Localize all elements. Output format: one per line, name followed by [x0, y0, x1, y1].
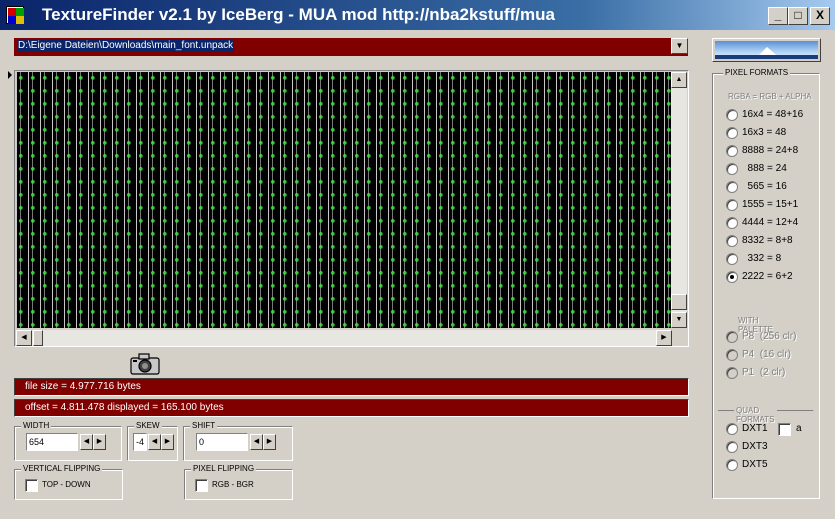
vertical-flipping-label: VERTICAL FLIPPING: [21, 464, 103, 473]
increment-icon[interactable]: ▶: [161, 434, 174, 450]
radio-button-disabled: [726, 331, 738, 343]
top-down-checkbox[interactable]: [25, 479, 38, 492]
decrement-icon[interactable]: ◀: [80, 434, 93, 450]
radio-button[interactable]: [726, 181, 738, 193]
shift-stepper[interactable]: ◀ ▶: [196, 433, 281, 451]
radio-button[interactable]: [726, 235, 738, 247]
scroll-right-icon[interactable]: ▶: [656, 330, 672, 346]
skew-label: SKEW: [134, 421, 162, 430]
iceberg-logo-icon: [715, 41, 818, 59]
alpha-label: a: [796, 423, 802, 434]
close-button[interactable]: X: [810, 7, 830, 25]
increment-icon[interactable]: ▶: [263, 434, 276, 450]
scroll-up-icon[interactable]: ▲: [671, 72, 687, 88]
pixel-flipping-label: PIXEL FLIPPING: [191, 464, 257, 473]
horizontal-scroll-thumb[interactable]: [33, 330, 43, 346]
radio-button-checked[interactable]: [726, 271, 738, 283]
file-size-display: file size = 4.977.716 bytes: [14, 378, 689, 396]
title-bar: TextureFinder v2.1 by IceBerg - MUA mod …: [0, 0, 835, 30]
pixel-formats-label: PIXEL FORMATS: [723, 68, 791, 77]
alpha-checkbox[interactable]: [778, 423, 791, 436]
vertical-scrollbar[interactable]: ▲ ▼: [671, 72, 687, 328]
radio-button-disabled: [726, 367, 738, 379]
app-icon: [6, 6, 24, 24]
rgb-bgr-checkbox[interactable]: [195, 479, 208, 492]
window-title: TextureFinder v2.1 by IceBerg - MUA mod …: [42, 5, 555, 24]
width-stepper[interactable]: ◀ ▶: [26, 433, 111, 451]
top-down-label: TOP - DOWN: [42, 480, 91, 489]
maximize-button[interactable]: □: [788, 7, 808, 25]
radio-button[interactable]: [726, 217, 738, 229]
vertical-scroll-thumb[interactable]: [671, 294, 687, 310]
rgb-bgr-label: RGB - BGR: [212, 480, 254, 489]
increment-icon[interactable]: ▶: [93, 434, 106, 450]
radio-button[interactable]: [726, 459, 738, 471]
skew-stepper[interactable]: ◀ ▶: [133, 433, 175, 451]
radio-button[interactable]: [726, 109, 738, 121]
skew-input[interactable]: [133, 433, 147, 451]
radio-button[interactable]: [726, 127, 738, 139]
radio-button[interactable]: [726, 199, 738, 211]
offset-display: offset = 4.811.478 displayed = 165.100 b…: [14, 399, 689, 417]
minimize-button[interactable]: _: [768, 7, 788, 25]
scroll-left-icon[interactable]: ◀: [16, 330, 32, 346]
quad-formats-label: QUAD FORMATS: [734, 406, 777, 424]
camera-icon[interactable]: [130, 353, 160, 375]
width-label: WIDTH: [21, 421, 52, 430]
radio-button[interactable]: [726, 253, 738, 265]
radio-button[interactable]: [726, 423, 738, 435]
chevron-down-icon[interactable]: ▼: [671, 38, 688, 54]
radio-button[interactable]: [726, 145, 738, 157]
decrement-icon[interactable]: ◀: [250, 434, 263, 450]
radio-button[interactable]: [726, 441, 738, 453]
radio-button-disabled: [726, 349, 738, 361]
radio-button[interactable]: [726, 163, 738, 175]
shift-label: SHIFT: [190, 421, 218, 430]
texture-viewer[interactable]: ▲ ▼ ◀ ▶: [14, 70, 689, 347]
decrement-icon[interactable]: ◀: [148, 434, 161, 450]
shift-input[interactable]: [196, 433, 248, 451]
rgba-label: RGBA = RGB + ALPHA: [726, 92, 814, 101]
width-input[interactable]: [26, 433, 78, 451]
horizontal-scrollbar[interactable]: ◀ ▶: [16, 330, 672, 346]
texture-image[interactable]: [16, 72, 672, 328]
path-combobox[interactable]: D:\Eigene Dateien\Downloads\main_font.un…: [14, 38, 688, 56]
iceberg-logo-button[interactable]: [712, 38, 821, 62]
row-marker-icon: [8, 71, 12, 79]
scroll-down-icon[interactable]: ▼: [671, 312, 687, 328]
path-value[interactable]: D:\Eigene Dateien\Downloads\main_font.un…: [17, 40, 235, 51]
